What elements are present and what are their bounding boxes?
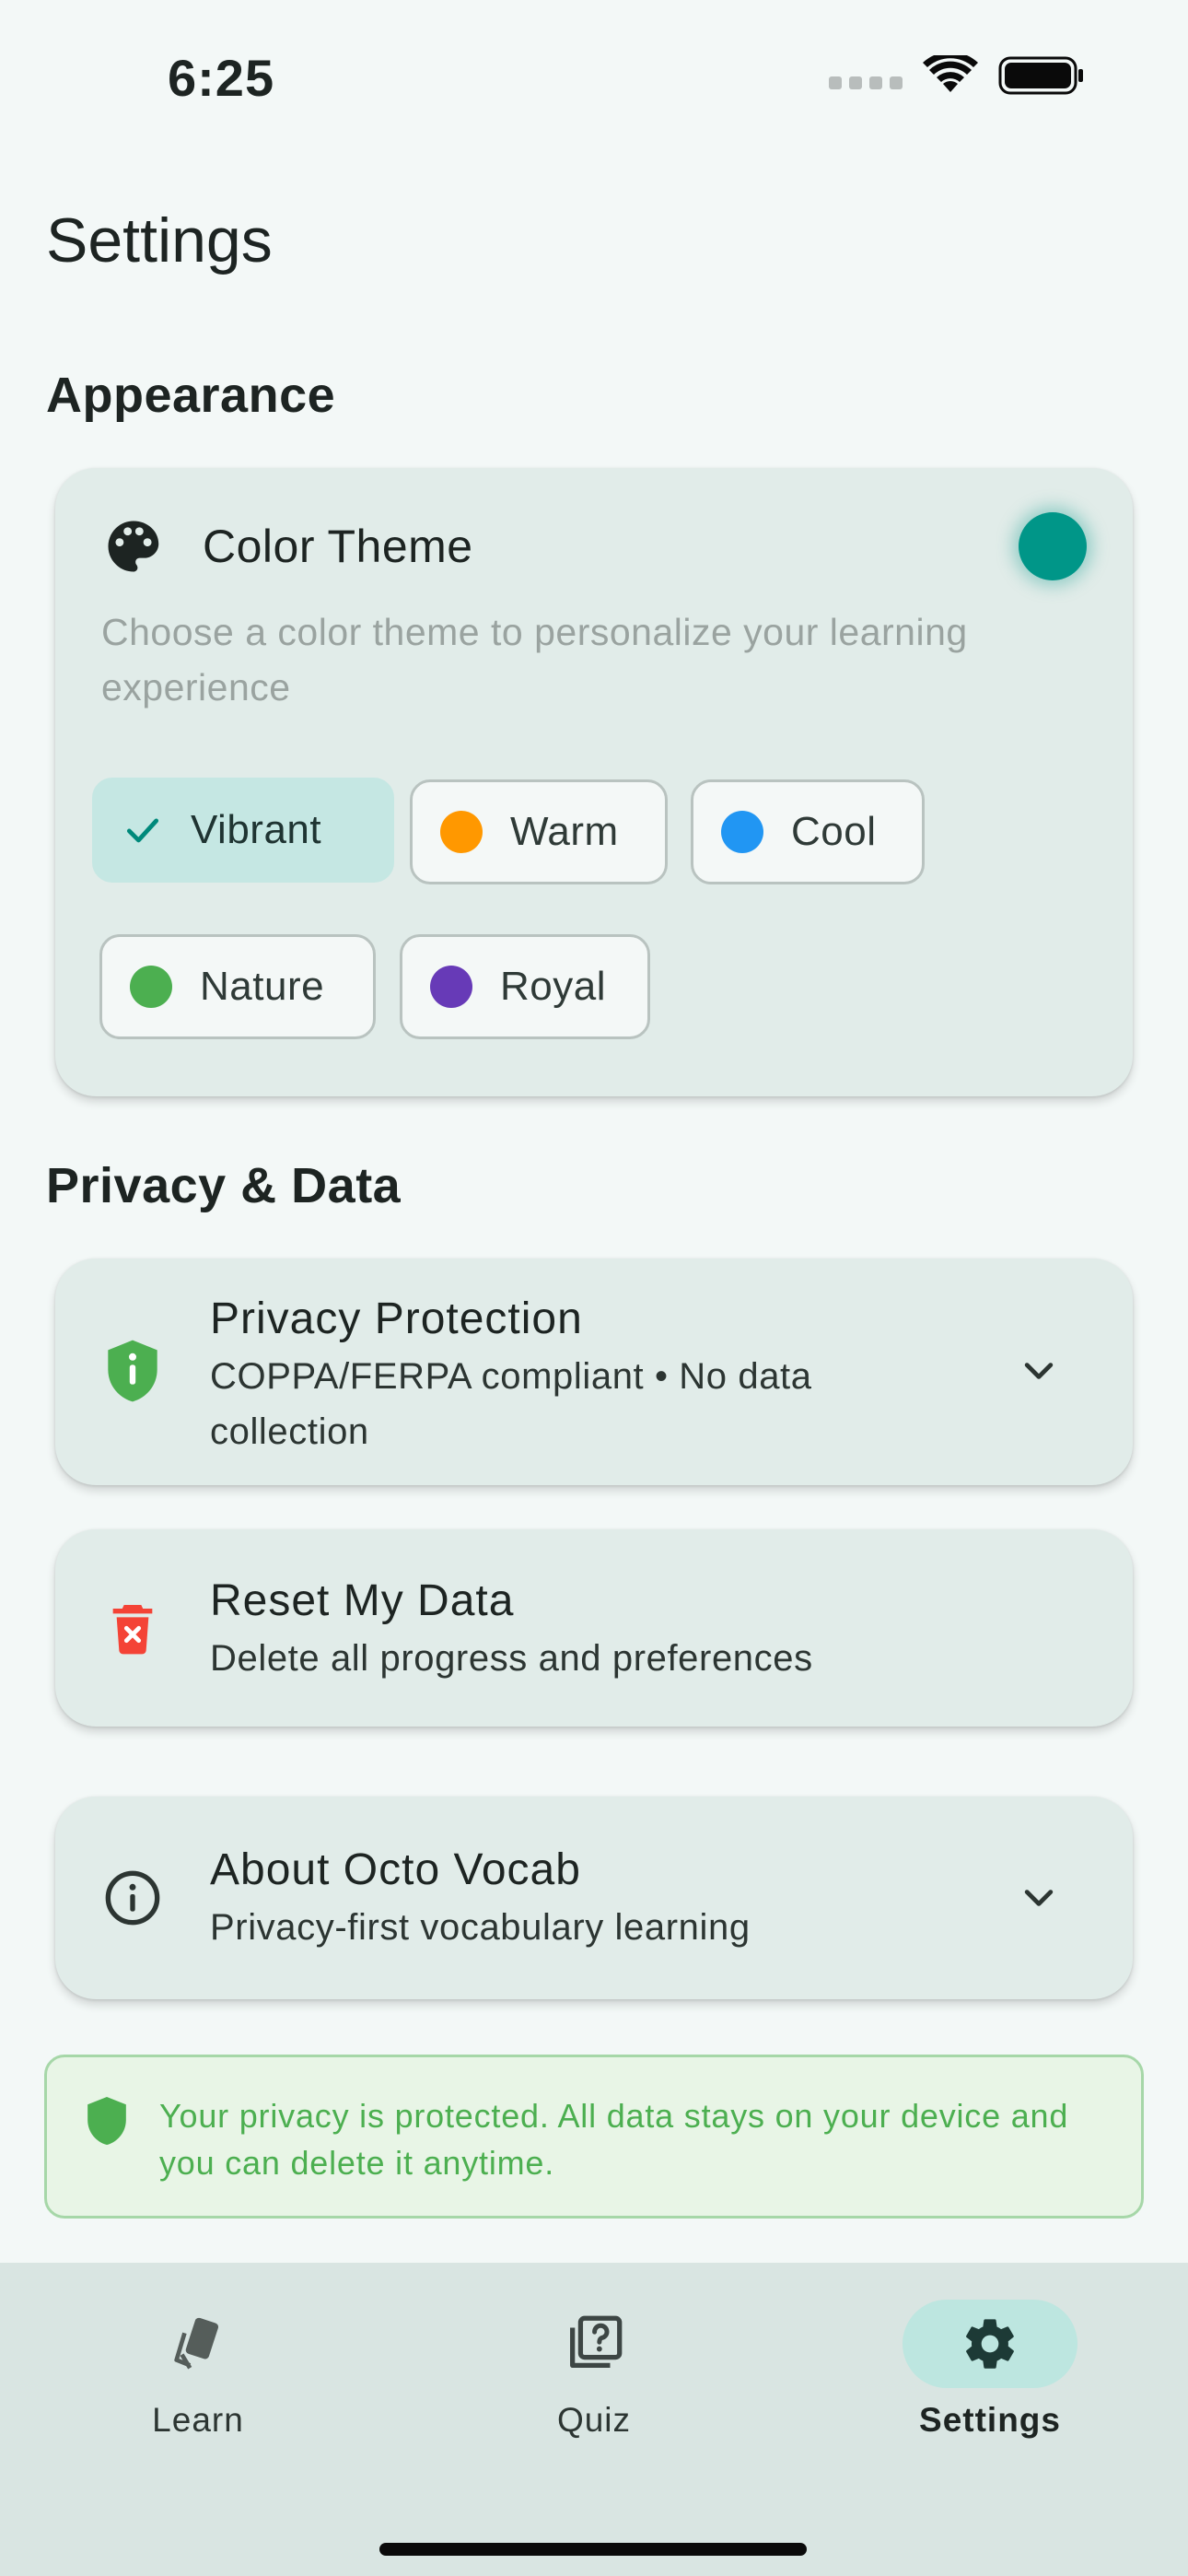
theme-chip-label: Warm bbox=[510, 809, 619, 854]
status-icons bbox=[829, 55, 1085, 96]
color-theme-card: Color Theme Choose a color theme to pers… bbox=[55, 468, 1133, 1096]
theme-chip-label: Royal bbox=[500, 964, 606, 1009]
privacy-protection-subtitle: COPPA/FERPA compliant • No data collecti… bbox=[210, 1356, 812, 1452]
bottom-nav: Learn Quiz Settings bbox=[0, 2263, 1188, 2576]
privacy-banner: Your privacy is protected. All data stay… bbox=[44, 2055, 1144, 2219]
color-theme-title: Color Theme bbox=[203, 521, 473, 572]
about-subtitle: Privacy-first vocabulary learning bbox=[210, 1907, 751, 1948]
cellular-signal-icon bbox=[829, 76, 903, 89]
theme-chip-label: Vibrant bbox=[191, 807, 322, 852]
theme-chip-nature[interactable]: Nature bbox=[99, 934, 376, 1039]
color-theme-header: Color Theme bbox=[103, 516, 473, 577]
current-theme-color-indicator bbox=[1019, 512, 1087, 580]
home-indicator bbox=[379, 2543, 807, 2556]
nav-label-quiz: Quiz bbox=[556, 2401, 632, 2439]
nav-item-settings[interactable]: Settings bbox=[879, 2300, 1101, 2440]
theme-chip-royal[interactable]: Royal bbox=[400, 934, 650, 1039]
reset-data-title: Reset My Data bbox=[210, 1576, 515, 1625]
nav-pill bbox=[111, 2300, 285, 2388]
section-title-privacy: Privacy & Data bbox=[46, 1158, 402, 1213]
section-title-appearance: Appearance bbox=[46, 368, 336, 423]
gear-icon bbox=[966, 2319, 1014, 2369]
shield-info-icon bbox=[108, 1340, 157, 1402]
battery-icon bbox=[998, 56, 1083, 95]
status-time: 6:25 bbox=[168, 49, 275, 107]
nav-label-settings: Settings bbox=[919, 2401, 1061, 2439]
trash-icon bbox=[112, 1605, 153, 1655]
check-icon bbox=[126, 818, 159, 843]
theme-chip-vibrant[interactable]: Vibrant bbox=[92, 778, 394, 883]
theme-chip-label: Cool bbox=[791, 809, 877, 854]
nav-item-learn[interactable]: Learn bbox=[87, 2300, 309, 2440]
page-title: Settings bbox=[46, 205, 273, 275]
nav-pill-active bbox=[903, 2300, 1077, 2388]
info-icon bbox=[105, 1870, 160, 1926]
privacy-protection-title: Privacy Protection bbox=[210, 1294, 583, 1343]
theme-chip-cool[interactable]: Cool bbox=[691, 779, 925, 884]
cards-icon bbox=[174, 2317, 219, 2370]
reset-data-subtitle: Delete all progress and preferences bbox=[210, 1638, 813, 1679]
about-title: About Octo Vocab bbox=[210, 1845, 581, 1894]
color-theme-description: Choose a color theme to personalize your… bbox=[101, 611, 968, 708]
cool-swatch-icon bbox=[721, 811, 763, 853]
quiz-icon bbox=[570, 2315, 623, 2368]
reset-data-item[interactable]: Reset My Data Delete all progress and pr… bbox=[55, 1529, 1133, 1727]
privacy-protection-item[interactable]: Privacy Protection COPPA/FERPA compliant… bbox=[55, 1259, 1133, 1485]
nav-label-learn: Learn bbox=[152, 2401, 244, 2439]
nature-swatch-icon bbox=[130, 966, 172, 1008]
royal-swatch-icon bbox=[430, 966, 472, 1008]
settings-screen: 6:25 Settings Appearance Color Theme Cho… bbox=[0, 0, 1188, 2576]
warm-swatch-icon bbox=[440, 811, 483, 853]
chevron-down-icon[interactable] bbox=[1019, 1878, 1059, 1918]
chevron-down-icon[interactable] bbox=[1019, 1351, 1059, 1391]
palette-icon bbox=[108, 521, 159, 572]
theme-chip-label: Nature bbox=[200, 964, 325, 1009]
nav-item-quiz[interactable]: Quiz bbox=[483, 2300, 705, 2440]
about-item[interactable]: About Octo Vocab Privacy-first vocabular… bbox=[55, 1797, 1133, 1999]
theme-chip-warm[interactable]: Warm bbox=[410, 779, 668, 884]
shield-icon bbox=[87, 2096, 126, 2146]
privacy-banner-text: Your privacy is protected. All data stay… bbox=[159, 2097, 1069, 2182]
wifi-icon bbox=[923, 55, 978, 92]
nav-pill bbox=[507, 2300, 681, 2388]
